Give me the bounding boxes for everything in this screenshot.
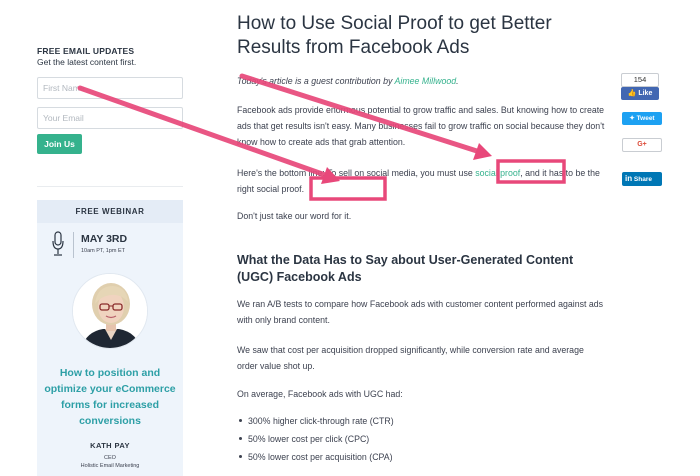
p2-emphasis: social proof: [256, 184, 302, 194]
list-item: 300% higher click-through rate (CTR): [237, 412, 605, 430]
facebook-like-button[interactable]: 👍 Like: [621, 87, 659, 100]
speaker-company: Holistic Email Marketing: [80, 463, 140, 469]
email-signup-widget: FREE EMAIL UPDATES Get the latest conten…: [37, 46, 187, 154]
linkedin-share-button[interactable]: in Share: [622, 172, 662, 186]
paragraph-3: Don't just take our word for it.: [237, 211, 352, 221]
tweet-button[interactable]: ✦ Tweet: [622, 112, 662, 125]
webinar-date: MAY 3RD: [81, 233, 128, 245]
tweet-label: Tweet: [636, 115, 655, 122]
intro-suffix: .: [456, 76, 459, 86]
paragraph-6: On average, Facebook ads with UGC had:: [237, 389, 403, 399]
intro-prefix: Today's article is a guest contribution …: [237, 76, 395, 86]
webinar-title[interactable]: How to position and optimize your eComme…: [41, 365, 179, 429]
social-proof-link[interactable]: social proof: [475, 168, 520, 178]
webinar-label: FREE WEBINAR: [37, 200, 183, 223]
webinar-promo-card[interactable]: FREE WEBINAR MAY 3RD 10am PT, 1pm ET How…: [37, 200, 183, 476]
article-title: How to Use Social Proof to get Better Re…: [237, 13, 552, 58]
twitter-bird-icon: ✦: [629, 115, 635, 122]
microphone-icon: [52, 231, 64, 256]
date-divider: [73, 232, 74, 258]
signup-subtext: Get the latest content first.: [37, 57, 137, 67]
share-label: Share: [633, 176, 652, 183]
p2-before: Here's the bottom line: To sell on socia…: [237, 168, 476, 178]
email-input[interactable]: [37, 107, 183, 129]
linkedin-logo-icon: in: [625, 174, 633, 183]
paragraph-2: Here's the bottom line: To sell on socia…: [237, 165, 605, 197]
section-heading: What the Data Has to Say about User-Gene…: [237, 253, 574, 284]
first-name-input[interactable]: [37, 77, 183, 99]
stats-list: 300% higher click-through rate (CTR) 50%…: [237, 412, 605, 466]
article-intro: Today's article is a guest contribution …: [237, 73, 605, 89]
author-link[interactable]: Aimee Millwood: [395, 76, 457, 86]
sidebar-divider: [37, 186, 183, 187]
join-us-button[interactable]: Join Us: [37, 134, 82, 154]
like-label: Like: [638, 90, 653, 97]
list-item: 50% lower cost per acquisition (CPA): [237, 448, 605, 466]
like-count: 154: [621, 73, 659, 87]
p2-after: .: [301, 184, 305, 194]
speaker-avatar: [72, 273, 148, 349]
speaker-role: CEO: [104, 455, 116, 461]
paragraph-1: Facebook ads provide enormous potential …: [237, 105, 605, 147]
webinar-time: 10am PT, 1pm ET: [81, 248, 126, 254]
google-plus-button[interactable]: G+: [622, 138, 662, 152]
speaker-name: KATH PAY: [90, 441, 130, 450]
list-item: 50% lower cost per click (CPC): [237, 430, 605, 448]
paragraph-5: We saw that cost per acquisition dropped…: [237, 345, 584, 371]
paragraph-4: We ran A/B tests to compare how Facebook…: [237, 299, 604, 325]
signup-heading: FREE EMAIL UPDATES: [37, 46, 135, 56]
facebook-thumb-icon: 👍: [627, 90, 637, 97]
